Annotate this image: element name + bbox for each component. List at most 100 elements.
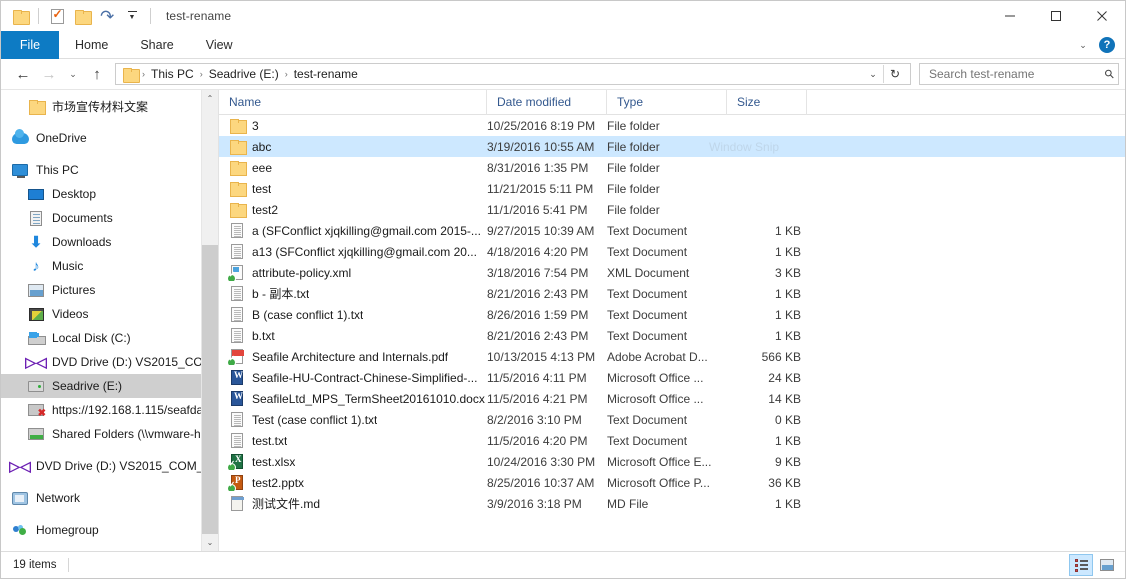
sidebar-item-documents[interactable]: Documents [1,206,218,230]
sidebar-item-dvd-drive-d-vs2015-com-e[interactable]: ▷◁DVD Drive (D:) VS2015_COM_E [1,454,218,478]
new-folder-icon[interactable] [71,5,93,27]
file-name-cell: b.txt [219,328,487,344]
tab-file[interactable]: File [1,31,59,59]
view-toggle-group [1069,554,1119,576]
column-header-name[interactable]: Name ⌃ [219,90,487,115]
scrollbar-thumb[interactable] [202,245,219,534]
nav-group-gap [1,118,218,126]
sidebar-item-label: Desktop [52,187,96,201]
file-date-cell: 11/5/2016 4:11 PM [487,371,607,385]
file-row[interactable]: a13 (SFConflict xjqkilling@gmail.com 20.… [219,241,1125,262]
file-row[interactable]: Test (case conflict 1).txt8/2/2016 3:10 … [219,409,1125,430]
file-row[interactable]: test211/1/2016 5:41 PMFile folder [219,199,1125,220]
sidebar-item-[interactable]: 市场宣传材料文案 [1,94,218,118]
sidebar-item-desktop[interactable]: Desktop [1,182,218,206]
file-row[interactable]: Seafile-HU-Contract-Chinese-Simplified-.… [219,367,1125,388]
sidebar-item-shared-folders-vmware-ho[interactable]: Shared Folders (\\vmware-ho [1,422,218,446]
file-name-label: test2 [252,203,278,217]
file-name-label: test.xlsx [252,455,295,469]
close-icon[interactable] [1079,1,1125,31]
sidebar-item-network[interactable]: Network [1,486,218,510]
sidebar-item-this-pc[interactable]: This PC [1,158,218,182]
scroll-down-icon[interactable]: ⌄ [202,534,218,551]
file-row[interactable]: b.txt8/21/2016 2:43 PMText Document1 KB [219,325,1125,346]
breadcrumb-dropdown-icon[interactable]: ⌄ [863,64,883,84]
file-row[interactable]: SeafileLtd_MPS_TermSheet20161010.docx11/… [219,388,1125,409]
file-explorer-window: ↶ ▼ test-rename File Home S [0,0,1126,579]
breadcrumb-item-seadrive[interactable]: Seadrive (E:) [205,67,283,81]
sidebar-item-videos[interactable]: Videos [1,302,218,326]
file-row[interactable]: 测试文件.md3/9/2016 3:18 PMMD File1 KB [219,493,1125,514]
thumbnail-view-button[interactable] [1095,554,1119,576]
sidebar-item-local-disk-c[interactable]: Local Disk (C:) [1,326,218,350]
file-row[interactable]: 310/25/2016 8:19 PMFile folder [219,115,1125,136]
file-row[interactable]: abc3/19/2016 10:55 AMFile folderWindow S… [219,136,1125,157]
scroll-up-icon[interactable]: ⌃ [202,90,218,107]
file-date-cell: 4/18/2016 4:20 PM [487,245,607,259]
file-row[interactable]: Seafile Architecture and Internals.pdf10… [219,346,1125,367]
navigation-scrollbar[interactable]: ⌃ ⌄ [201,90,218,551]
properties-icon[interactable] [46,5,68,27]
sidebar-item-dvd-drive-d-vs2015-com[interactable]: ▷◁DVD Drive (D:) VS2015_COM_ [1,350,218,374]
file-row[interactable]: test2.pptx8/25/2016 10:37 AMMicrosoft Of… [219,472,1125,493]
sidebar-item-https-192-168-1-115-seafdav[interactable]: https://192.168.1.115/seafdav [1,398,218,422]
sidebar-item-label: This PC [36,163,79,177]
file-row[interactable]: B (case conflict 1).txt8/26/2016 1:59 PM… [219,304,1125,325]
file-size-cell: 1 KB [727,497,807,511]
file-date-cell: 8/31/2016 1:35 PM [487,161,607,175]
column-header-size[interactable]: Size [727,90,807,115]
breadcrumb[interactable]: › This PC › Seadrive (E:) › test-rename … [115,63,911,85]
maximize-icon[interactable] [1033,1,1079,31]
file-date-cell: 8/26/2016 1:59 PM [487,308,607,322]
sidebar-item-downloads[interactable]: ⬇Downloads [1,230,218,254]
sync-status-badge-icon [227,463,236,470]
sidebar-item-pictures[interactable]: Pictures [1,278,218,302]
chevron-down-icon[interactable]: ▼ [121,5,143,27]
search-box[interactable]: ⚲ [919,63,1119,85]
file-row[interactable]: b - 副本.txt8/21/2016 2:43 PMText Document… [219,283,1125,304]
sidebar-item-seadrive-e[interactable]: Seadrive (E:) [1,374,218,398]
sidebar-item-onedrive[interactable]: OneDrive [1,126,218,150]
status-bar: 19 items [1,551,1125,578]
minimize-icon[interactable] [987,1,1033,31]
chevron-down-icon[interactable]: ⌄ [1075,40,1091,51]
folder-icon[interactable] [9,5,31,27]
sidebar-item-homegroup[interactable]: Homegroup [1,518,218,542]
file-row[interactable]: test.xlsx10/24/2016 3:30 PMMicrosoft Off… [219,451,1125,472]
back-button[interactable]: ← [11,62,35,86]
file-row[interactable]: a (SFConflict xjqkilling@gmail.com 2015-… [219,220,1125,241]
tab-home[interactable]: Home [59,31,124,59]
file-date-cell: 10/25/2016 8:19 PM [487,119,607,133]
file-name-label: Test (case conflict 1).txt [252,413,377,427]
breadcrumb-item-this-pc[interactable]: This PC [147,67,198,81]
file-row[interactable]: test11/21/2015 5:11 PMFile folder [219,178,1125,199]
up-button[interactable]: ↑ [85,62,109,86]
file-size-cell: 1 KB [727,224,807,238]
file-name-label: Seafile-HU-Contract-Chinese-Simplified-.… [252,371,477,385]
file-row[interactable]: eee8/31/2016 1:35 PMFile folder [219,157,1125,178]
file-size-cell: 14 KB [727,392,807,406]
details-view-button[interactable] [1069,554,1093,576]
file-row[interactable]: attribute-policy.xml3/18/2016 7:54 PMXML… [219,262,1125,283]
file-name-cell: test2 [219,202,487,218]
sidebar-item-music[interactable]: ♪Music [1,254,218,278]
recent-locations-button[interactable]: ⌄ [63,62,83,86]
tab-share[interactable]: Share [124,31,189,59]
search-input[interactable] [927,66,1105,82]
column-header-date-modified[interactable]: Date modified [487,90,607,115]
tab-view[interactable]: View [190,31,249,59]
help-icon[interactable]: ? [1099,37,1115,53]
file-name-cell: Test (case conflict 1).txt [219,412,487,428]
column-header-type[interactable]: Type [607,90,727,115]
file-type-cell: Microsoft Office ... [607,371,727,385]
sidebar-item-label: Shared Folders (\\vmware-ho [52,427,207,441]
file-date-cell: 11/5/2016 4:20 PM [487,434,607,448]
sidebar-item-label: Downloads [52,235,111,249]
file-type-cell: MD File [607,497,727,511]
sidebar-item-label: DVD Drive (D:) VS2015_COM_E [36,459,211,473]
file-type-cell: Microsoft Office E... [607,455,727,469]
refresh-icon[interactable]: ↻ [884,64,906,84]
file-row[interactable]: test.txt11/5/2016 4:20 PMText Document1 … [219,430,1125,451]
undo-icon[interactable]: ↶ [96,5,118,27]
breadcrumb-item-test-rename[interactable]: test-rename [290,67,362,81]
